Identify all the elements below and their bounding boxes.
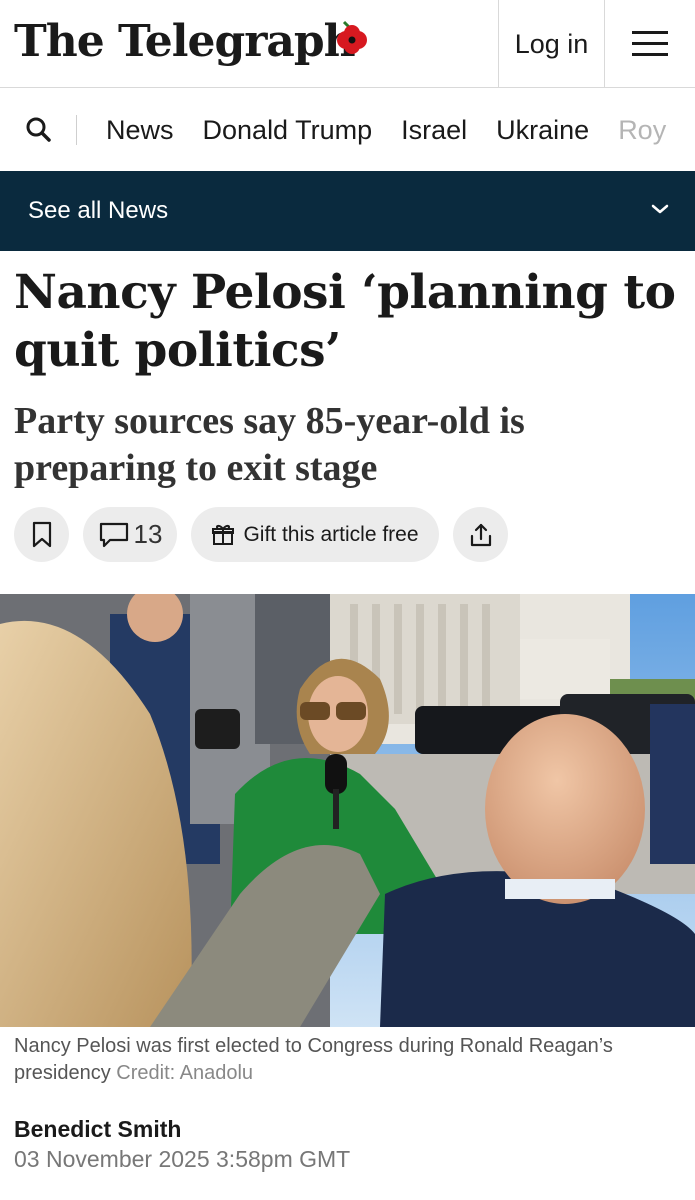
nav-items: News Donald Trump Israel Ukraine Roy [106,89,666,171]
photo-credit: Credit: Anadolu [116,1062,254,1084]
article-headline: Nancy Pelosi ‘planning to quit politics’ [14,265,676,378]
bookmark-button[interactable] [14,507,69,562]
nav-item-royals[interactable]: Roy [618,115,666,146]
gift-article-label: Gift this article free [243,522,419,546]
login-button[interactable]: Log in [498,0,604,88]
nav-item-ukraine[interactable]: Ukraine [496,115,589,146]
nav-item-news[interactable]: News [106,115,174,146]
see-all-news-label: See all News [28,197,169,224]
share-icon [470,523,491,546]
masthead: The Telegraph Log in [0,0,695,88]
article-standfirst: Party sources say 85-year-old is prepari… [14,400,525,489]
nav-item-donald-trump[interactable]: Donald Trump [203,115,373,146]
nav-item-israel[interactable]: Israel [401,115,467,146]
comments-button[interactable]: 13 [83,507,177,562]
menu-button[interactable] [604,0,695,88]
chevron-down-icon [651,204,669,214]
bookmark-icon [32,521,51,547]
nav-divider [76,115,77,145]
article-actions: 13 Gift this article free [14,507,508,562]
telegraph-logo[interactable]: The Telegraph [14,12,356,72]
hamburger-icon [632,31,668,56]
gift-article-button[interactable]: Gift this article free [191,507,439,562]
gift-icon [212,524,235,545]
logo-text: The Telegraph [14,16,356,67]
article-photo[interactable] [0,594,695,1027]
see-all-news-bar[interactable]: See all News [0,171,695,251]
topic-nav: News Donald Trump Israel Ukraine Roy [0,89,695,171]
share-button[interactable] [453,507,508,562]
publish-date: 03 November 2025 3:58pm GMT [14,1146,351,1172]
photo-caption: Nancy Pelosi was first elected to Congre… [14,1033,684,1087]
article-photo-illustration [0,594,695,1027]
search-icon[interactable] [24,115,54,145]
poppy-icon [337,20,367,54]
comment-count: 13 [133,519,163,549]
caption-text: Nancy Pelosi was first elected to Congre… [14,1035,613,1084]
comment-icon [99,522,128,547]
author-name[interactable]: Benedict Smith [14,1116,181,1143]
